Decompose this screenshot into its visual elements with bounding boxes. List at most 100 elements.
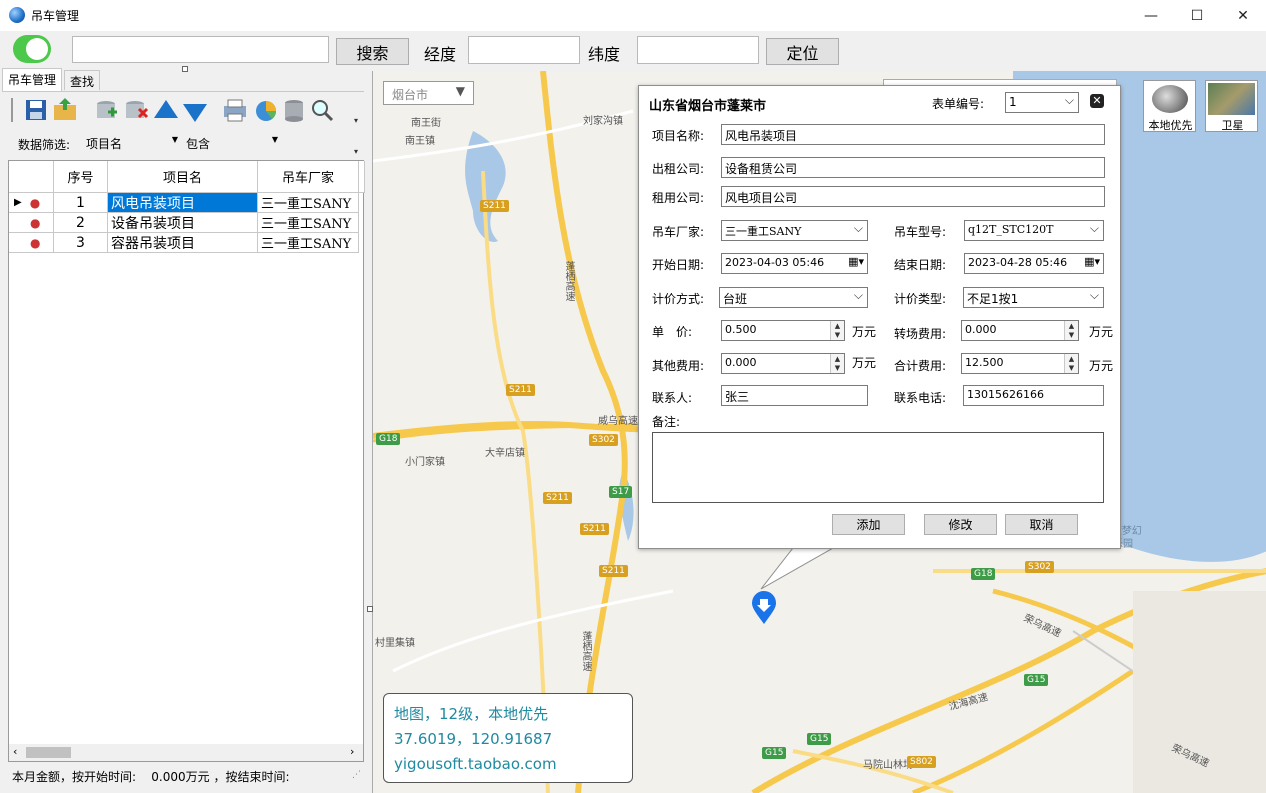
scroll-left-icon[interactable]: ‹ [13,745,17,758]
move-up-icon[interactable] [154,100,178,118]
table-row-header[interactable]: ▶ ● [9,193,54,213]
save-icon[interactable] [26,100,46,120]
close-button[interactable]: ✕ [1220,0,1266,31]
end-date-picker[interactable]: 2023-04-28 05:46 ▦▾ [964,253,1104,274]
scrollbar-thumb[interactable] [26,747,71,758]
scroll-right-icon[interactable]: › [350,745,354,758]
splitter-handle[interactable] [367,606,373,612]
phone-field[interactable]: 13015626166 [963,385,1104,406]
map-label: 南王街 [411,118,441,129]
filter-overflow-icon[interactable]: ▾ [354,147,358,156]
chevron-down-icon: ▼ [271,135,278,144]
location-marker-icon[interactable] [751,591,777,625]
road-shield-s211: S211 [480,200,509,212]
splitter-handle[interactable] [182,66,188,72]
filter-field-value: 项目名 [86,137,123,151]
filter-op-select[interactable]: 包含 ▼ [182,131,280,154]
add-record-icon[interactable] [97,101,117,118]
lessor-field[interactable]: 设备租赁公司 [721,157,1105,178]
column-header-maker[interactable]: 吊车厂家 [258,161,359,193]
total-fee-stepper[interactable]: 12.500 ▲ ▼ [961,353,1079,374]
maker-select[interactable]: 三一重工SANY [721,220,868,241]
print-icon[interactable] [224,99,246,122]
other-fee-stepper[interactable]: 0.000 ▲ ▼ [721,353,845,374]
toolbar-overflow-icon[interactable]: ▾ [354,116,358,125]
latitude-input[interactable] [637,36,759,64]
contact-field[interactable]: 张三 [721,385,868,406]
tab-crane-management[interactable]: 吊车管理 [2,68,63,91]
unit-label: 万元 [852,356,877,370]
city-select[interactable]: 烟台市 ▼ [383,81,474,105]
horizontal-scrollbar[interactable]: ‹ › [9,744,363,761]
filter-field-select[interactable]: 项目名 ▼ [82,131,180,154]
local-first-button[interactable]: 本地优先 [1143,80,1196,132]
map-label: 小门家镇 [405,457,445,468]
notes-textarea[interactable] [652,432,1104,503]
add-button[interactable]: 添加 [832,514,905,535]
table-cell-name[interactable]: 设备吊装项目 [108,213,258,233]
satellite-button[interactable]: 卫星 [1205,80,1258,132]
pricing-type-select[interactable]: 不足1按1 [963,287,1104,308]
chart-icon[interactable] [256,101,276,121]
table-cell-maker[interactable]: 三一重工SANY [258,193,359,213]
resize-grip-icon[interactable]: ⋰ [352,770,361,780]
stepper-arrows-icon[interactable]: ▲ ▼ [1064,321,1078,340]
city-select-value: 烟台市 [392,88,429,102]
export-icon[interactable] [54,98,76,120]
map-label: 大辛店镇 [485,448,525,459]
table-cell-name[interactable]: 风电吊装项目 [108,193,258,213]
table-cell-name[interactable]: 容器吊装项目 [108,233,258,253]
table-cell-no[interactable]: 2 [54,213,108,233]
search-input[interactable] [72,36,329,63]
toggle-switch[interactable] [13,35,51,63]
project-grid[interactable]: 序号 项目名 吊车厂家 ▶ ● 1 风电吊装项目 三一重工SANY ● 2 设备… [8,160,365,762]
form-no-select[interactable]: 1 [1005,92,1079,113]
minimize-button[interactable]: — [1128,0,1174,31]
table-cell-maker[interactable]: 三一重工SANY [258,213,359,233]
locate-button[interactable]: 定位 [766,38,839,65]
close-icon[interactable]: ✕ [1090,94,1104,108]
cancel-button[interactable]: 取消 [1005,514,1078,535]
stepper-arrows-icon[interactable]: ▲ ▼ [1064,354,1078,373]
stepper-arrows-icon[interactable]: ▲ ▼ [830,354,844,373]
edit-button[interactable]: 修改 [924,514,997,535]
map-info-box: 地图，12级，本地优先 37.6019，120.91687 yigousoft.… [383,693,633,783]
map-label: 村里集镇 [375,638,415,649]
phone-label: 联系电话: [894,391,947,405]
calendar-icon[interactable]: ▦▾ [1084,255,1100,268]
form-no-label: 表单编号: [932,97,985,111]
table-cell-no[interactable]: 1 [54,193,108,213]
maximize-button[interactable]: ☐ [1174,0,1220,31]
move-down-icon[interactable] [183,104,207,122]
column-header-no[interactable]: 序号 [54,161,108,193]
project-name-field[interactable]: 风电吊装项目 [721,124,1105,145]
pricing-select[interactable]: 台班 [719,287,868,308]
table-cell-maker[interactable]: 三一重工SANY [258,233,359,253]
table-cell-no[interactable]: 3 [54,233,108,253]
search-icon[interactable] [312,100,334,122]
road-shield-s211: S211 [580,523,609,535]
longitude-input[interactable] [468,36,580,64]
road-shield-g18: G18 [376,433,401,445]
model-label: 吊车型号: [894,225,947,239]
model-select[interactable]: q12T_STC120T [964,220,1104,241]
table-row-header[interactable]: ● [9,213,54,233]
title-bar: 吊车管理 — ☐ ✕ [0,0,1266,31]
unit-price-stepper[interactable]: 0.500 ▲ ▼ [721,320,845,341]
search-button[interactable]: 搜索 [336,38,409,65]
total-fee-value: 12.500 [965,356,1004,369]
lessee-field[interactable]: 风电项目公司 [721,186,1105,207]
database-icon[interactable] [285,100,303,122]
table-row-header[interactable]: ● [9,233,54,253]
transfer-fee-stepper[interactable]: 0.000 ▲ ▼ [961,320,1079,341]
unit-price-label: 单 价: [652,325,693,339]
stepper-arrows-icon[interactable]: ▲ ▼ [830,321,844,340]
column-header-name[interactable]: 项目名 [108,161,258,193]
tab-find[interactable]: 查找 [64,70,101,90]
delete-record-icon[interactable] [126,101,149,119]
window-title: 吊车管理 [31,9,80,23]
calendar-icon[interactable]: ▦▾ [848,255,864,268]
start-date-picker[interactable]: 2023-04-03 05:46 ▦▾ [721,253,868,274]
maker-label: 吊车厂家: [652,225,705,239]
road-shield-s302: S302 [589,434,618,446]
